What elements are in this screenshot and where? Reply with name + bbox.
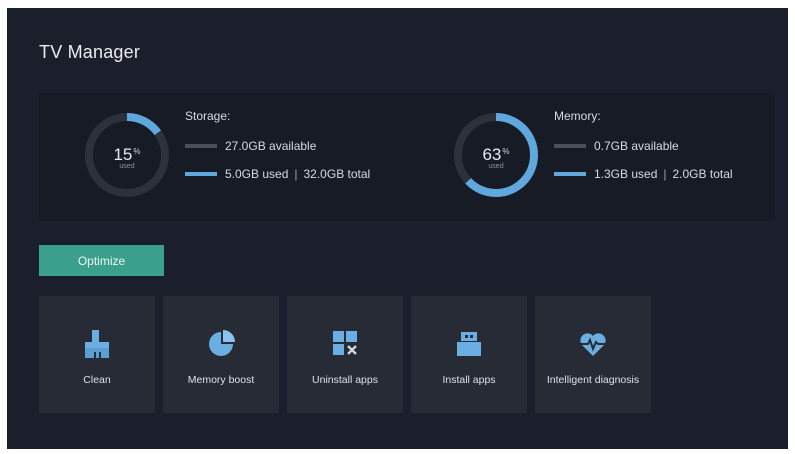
storage-separator: | [294, 167, 298, 181]
tile-memory-boost[interactable]: Memory boost [163, 296, 279, 413]
storage-gauge: 15% used [79, 107, 175, 203]
storage-used-bar [185, 172, 217, 176]
tile-intelligent-diagnosis[interactable]: Intelligent diagnosis [535, 296, 651, 413]
usage-panel: 15% used Storage: 27.0GB available 5.0GB… [39, 93, 775, 221]
storage-percent: 15% [113, 145, 141, 164]
tile-uninstall-apps[interactable]: Uninstall apps [287, 296, 403, 413]
tile-label: Intelligent diagnosis [546, 374, 640, 386]
memory-percent: 63% [482, 145, 510, 164]
memory-total-text: 2.0GB total [672, 167, 733, 181]
uninstall-grid-icon [333, 331, 357, 355]
memory-gauge: 63% used [448, 107, 544, 203]
storage-total-text: 32.0GB total [303, 167, 371, 181]
tile-install-apps[interactable]: Install apps [411, 296, 527, 413]
tile-clean[interactable]: Clean [39, 296, 155, 413]
tv-manager-screen: TV Manager 15% used Storage: 27.0GB avai… [7, 8, 788, 449]
memory-available-row: 0.7GB available [554, 139, 679, 153]
memory-heading: Memory: [554, 109, 601, 123]
page-title: TV Manager [39, 42, 141, 62]
storage-available-bar [185, 144, 217, 148]
storage-used-row: 5.0GB used | 32.0GB total [185, 167, 370, 181]
tile-label: Memory boost [187, 374, 255, 386]
storage-used-caption: used [119, 163, 135, 170]
usb-drive-icon [457, 332, 481, 356]
heart-pulse-icon [580, 333, 606, 356]
pie-chart-icon [209, 330, 235, 356]
memory-used-text: 1.3GB used [594, 167, 658, 181]
memory-used-bar [554, 172, 586, 176]
broom-icon [85, 330, 109, 358]
memory-used-caption: used [488, 163, 504, 170]
tile-label: Uninstall apps [312, 374, 378, 386]
memory-used-row: 1.3GB used | 2.0GB total [554, 167, 733, 181]
tile-label: Install apps [442, 374, 496, 386]
memory-separator: | [663, 167, 667, 181]
storage-heading: Storage: [185, 109, 231, 123]
memory-available-bar [554, 144, 586, 148]
optimize-button[interactable]: Optimize [39, 245, 164, 276]
storage-available-row: 27.0GB available [185, 139, 316, 153]
tile-label: Clean [83, 374, 111, 386]
memory-available-text: 0.7GB available [594, 139, 679, 153]
storage-available-text: 27.0GB available [225, 139, 317, 153]
storage-used-text: 5.0GB used [225, 167, 289, 181]
